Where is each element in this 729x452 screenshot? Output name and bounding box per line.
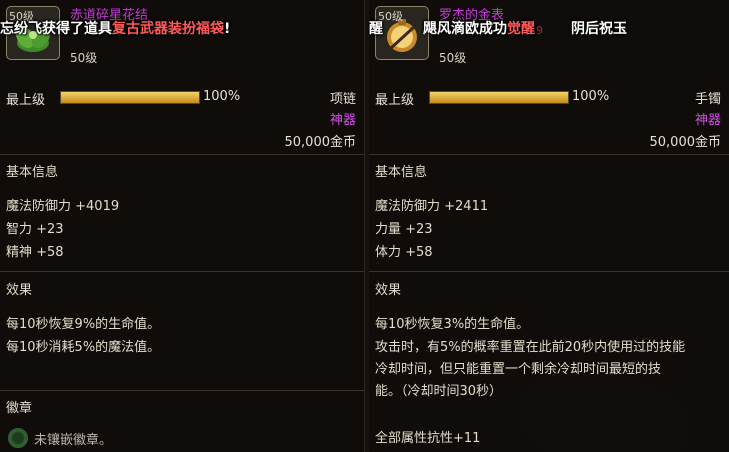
basic-info-title: 基本信息 [375,165,428,180]
effect-line: 能。（冷却时间30秒） [375,384,503,399]
item-tooltip-left: 50级 赤道碎星花结 50级 最上级 100% 项链 神器 50,000金币 基… [0,0,365,452]
divider [0,154,364,155]
notice-item: 复古武器装扮福袋 [112,21,224,37]
item-price: 50,000金币 [649,135,722,150]
stat-line: 智力 +23 [6,222,64,237]
item-level: 50级 [70,51,98,65]
effect-title: 效果 [375,283,402,298]
effect-line: 每10秒消耗5%的魔法值。 [6,340,161,355]
divider [0,390,364,391]
stat-line: 魔法防御力 +2411 [375,199,489,214]
stat-line: 精神 +58 [6,245,64,260]
item-level: 50级 [439,51,467,65]
notice-item: 觉醒 [507,21,535,37]
item-rarity: 神器 [329,113,356,128]
stat-line: 体力 +58 [375,245,433,260]
grade-label: 最上级 [375,93,415,108]
effect-line: 全部属性抗性+11 [375,431,481,446]
effect-line: 冷却时间，但只能重置一个剩余冷却时间最短的技 [375,362,662,377]
item-tooltip-right: 50级 罗杰的金表 59 50级 最上级 100% 手镯 神器 50,000金币… [369,0,729,452]
grade-bar-fill [61,92,199,103]
grade-percent: 100% [203,89,241,104]
notice-text: 阴后祝玉 [571,21,627,37]
basic-info-title: 基本信息 [6,165,59,180]
notice-text: 醒 [369,21,383,37]
effect-title: 效果 [6,283,33,298]
item-rarity: 神器 [694,113,721,128]
system-notice: 醒 飓风滴欧成功觉醒 阴后祝玉 [369,18,627,38]
stat-line: 力量 +23 [375,222,433,237]
emblem-title: 徽章 [6,401,33,416]
effect-line: 攻击时，有5%的概率重置在此前20秒内使用过的技能 [375,340,686,355]
notice-text: 忘纷飞获得了道具 [0,21,112,37]
item-type: 手镯 [694,92,721,107]
grade-label: 最上级 [6,93,46,108]
divider [0,271,364,272]
item-type: 项链 [329,92,356,107]
divider [369,271,729,272]
emblem-slot-icon [8,428,28,448]
system-notice: 忘纷飞获得了道具复古武器装扮福袋! [0,18,230,38]
notice-end: ! [224,21,231,37]
grade-bar-fill [430,92,568,103]
grade-percent: 100% [572,89,610,104]
divider [369,154,729,155]
grade-bar [60,91,200,104]
notice-text: 飓风滴欧成功 [423,21,507,37]
effect-line: 每10秒恢复3%的生命值。 [375,317,530,332]
item-price: 50,000金币 [284,135,357,150]
grade-bar [429,91,569,104]
effect-line: 每10秒恢复9%的生命值。 [6,317,161,332]
stat-line: 魔法防御力 +4019 [6,199,120,214]
emblem-status: 未镶嵌徽章。 [34,433,113,448]
